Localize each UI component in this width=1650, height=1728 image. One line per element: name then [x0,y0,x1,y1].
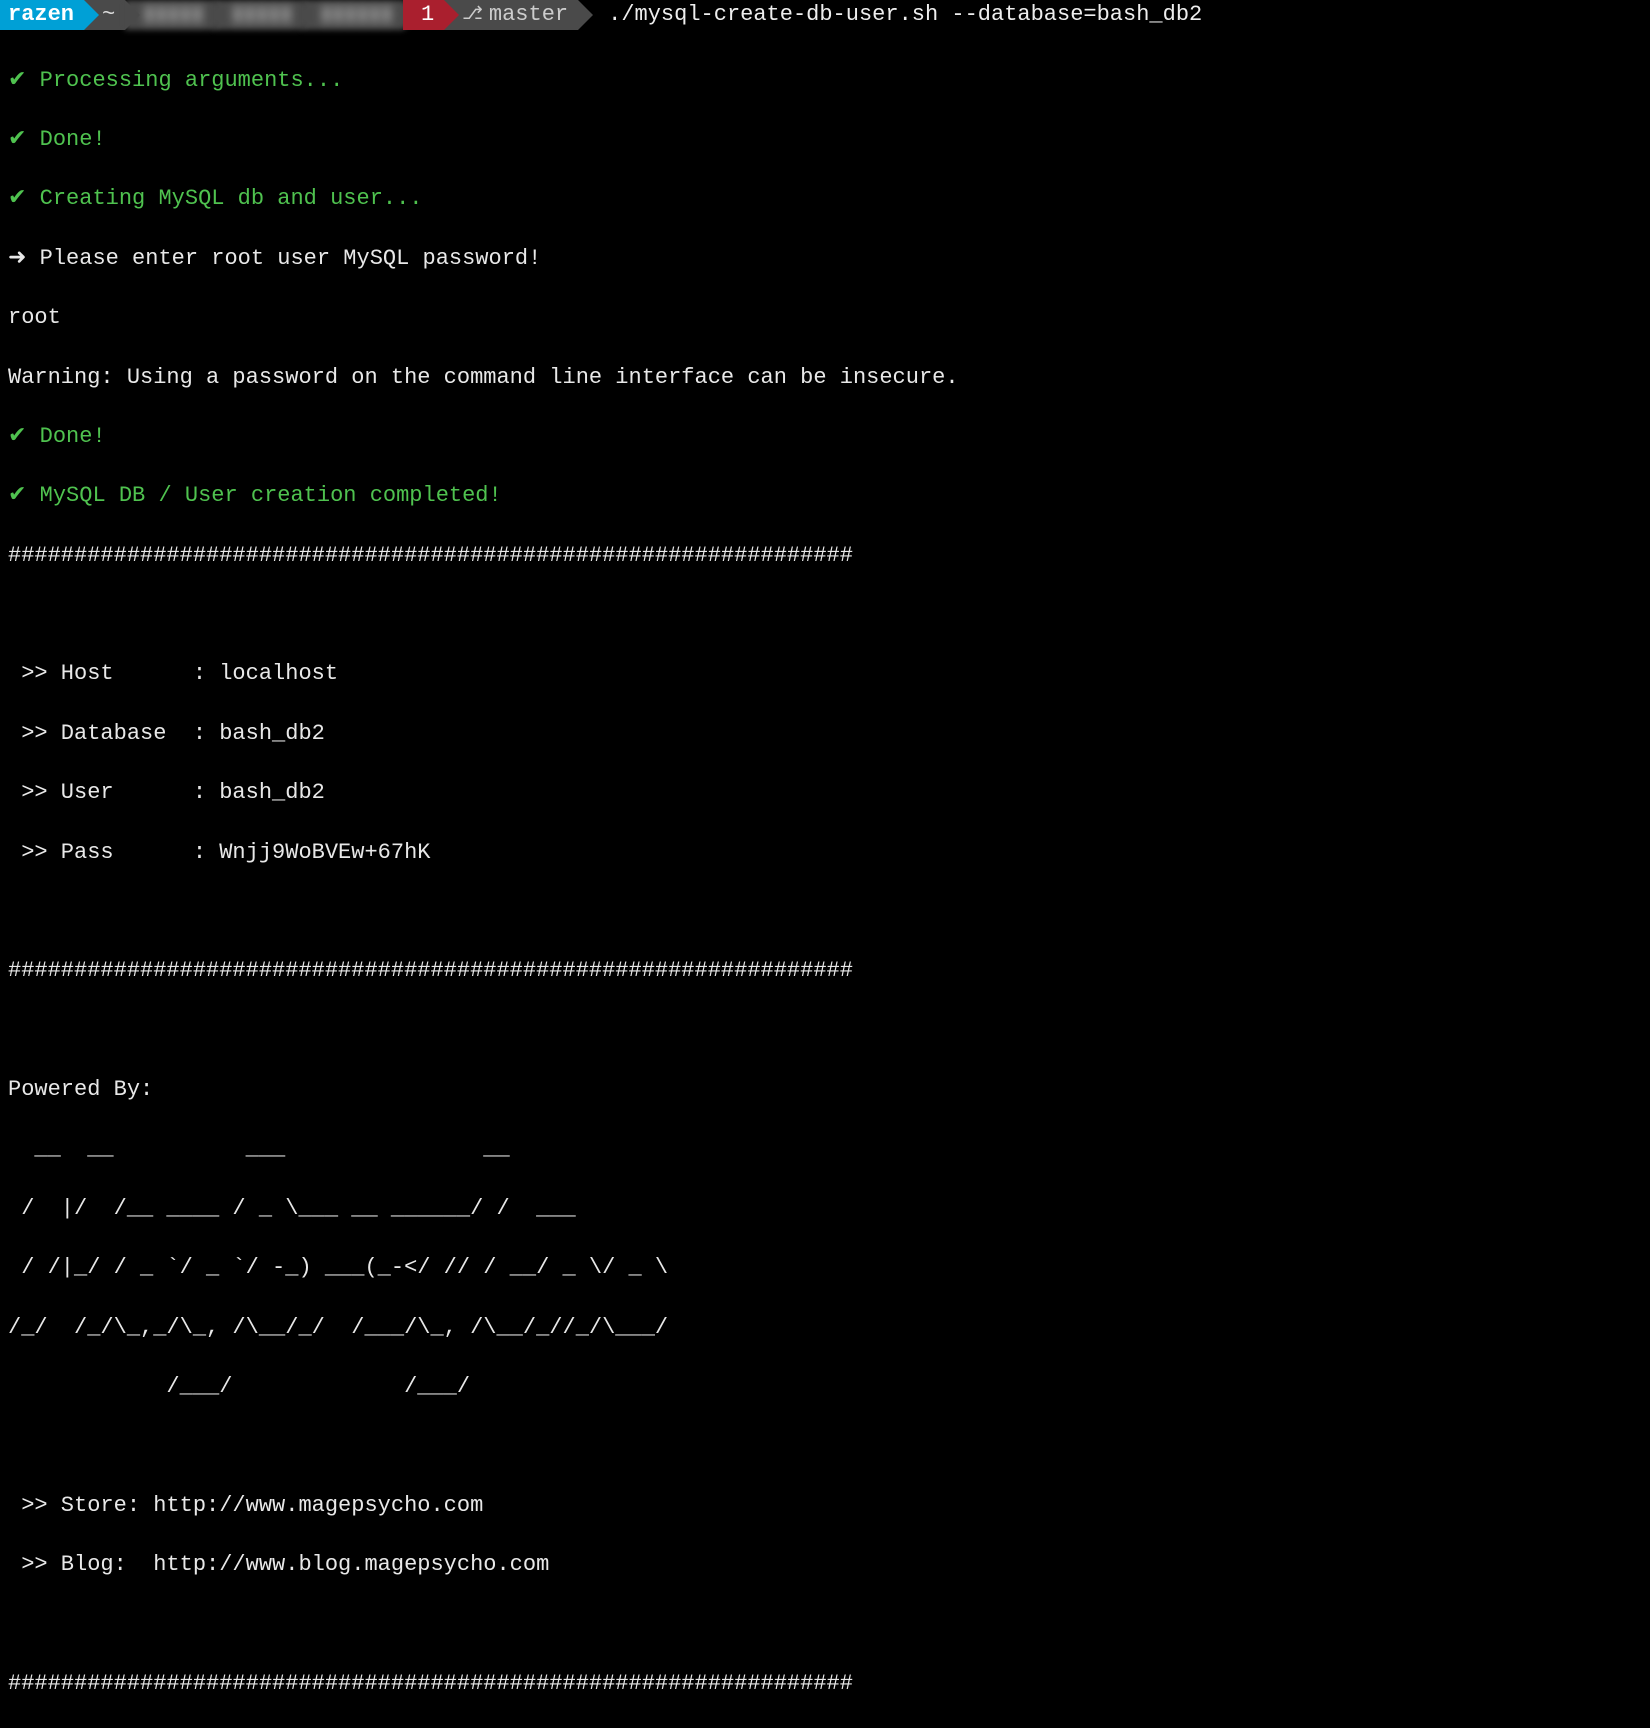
output-line: ➜ Please enter root user MySQL password! [8,244,1642,274]
store-link-line: >> Store: http://www.magepsycho.com [8,1491,1642,1521]
check-icon: ✔ [8,127,26,152]
blog-link-line: >> Blog: http://www.blog.magepsycho.com [8,1550,1642,1580]
output-line: root [8,303,1642,333]
check-icon: ✔ [8,483,26,508]
divider-line: ########################################… [8,541,1642,571]
powered-by-label: Powered By: [8,1075,1642,1105]
info-database: >> Database : bash_db2 [8,719,1642,749]
check-icon: ✔ [8,424,26,449]
divider-line: ########################################… [8,956,1642,986]
prompt-number: 1 [403,0,444,30]
info-host: >> Host : localhost [8,659,1642,689]
info-user: >> User : bash_db2 [8,778,1642,808]
terminal-prompt: razen ~ ▮▮▮▮▮ ▮▮▮▮▮ ▮▮▮▮▮▮ 1 ⎇ master ./… [0,0,1650,30]
git-branch-icon: ⎇ [462,3,483,27]
ascii-art-line: __ __ ___ __ [8,1134,1642,1164]
output-line: ✔ MySQL DB / User creation completed! [8,481,1642,511]
output-line: ✔ Processing arguments... [8,66,1642,96]
prompt-user: razen [0,0,84,30]
branch-name: master [489,0,568,30]
arrow-icon: ➜ [8,246,26,271]
terminal-output: ✔ Processing arguments... ✔ Done! ✔ Crea… [0,30,1650,1728]
output-line: Warning: Using a password on the command… [8,363,1642,393]
check-icon: ✔ [8,68,26,93]
prompt-branch: ⎇ master [444,0,578,30]
output-line: ✔ Done! [8,422,1642,452]
info-pass: >> Pass : Wnjj9WoBVEw+67hK [8,838,1642,868]
command-text: ./mysql-create-db-user.sh --database=bas… [578,0,1202,30]
ascii-art-line: /___/ /___/ [8,1372,1642,1402]
prompt-path-segment-2: ▮▮▮▮▮ [214,0,303,30]
output-line: ✔ Creating MySQL db and user... [8,184,1642,214]
divider-line: ########################################… [8,1669,1642,1699]
output-line: ✔ Done! [8,125,1642,155]
check-icon: ✔ [8,186,26,211]
ascii-art-line: / /|_/ / _ `/ _ `/ -_) ___(_-</ // / __/… [8,1253,1642,1283]
ascii-art-line: / |/ /__ ____ / _ \___ __ ______/ / ___ [8,1194,1642,1224]
prompt-path-segment-3: ▮▮▮▮▮▮ [302,0,403,30]
ascii-art-line: /_/ /_/\_,_/\_, /\__/_/ /___/\_, /\__/_/… [8,1313,1642,1343]
